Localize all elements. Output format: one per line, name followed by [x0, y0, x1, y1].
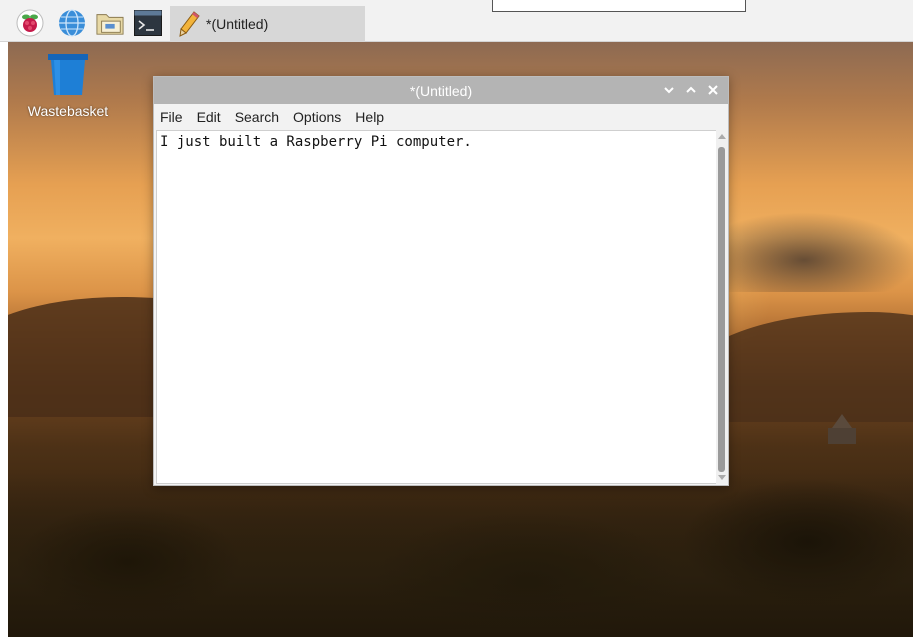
taskbar-task-label: *(Untitled) [206, 16, 269, 32]
menu-options[interactable]: Options [293, 109, 341, 125]
chevron-down-icon [664, 87, 674, 94]
close-button[interactable] [706, 83, 720, 97]
background-trees [8, 472, 913, 637]
maximize-button[interactable] [684, 83, 698, 97]
menu-help[interactable]: Help [355, 109, 384, 125]
scrollbar-thumb[interactable] [718, 147, 725, 472]
taskbar-popup-box [492, 0, 746, 12]
document-text[interactable]: I just built a Raspberry Pi computer. [157, 131, 716, 153]
window-title: *(Untitled) [409, 83, 473, 99]
taskbar-task-editor[interactable]: *(Untitled) [170, 6, 365, 42]
close-icon [708, 85, 718, 95]
text-editor-window: *(Untitled) File Edit Search Options Hel… [153, 76, 729, 486]
wastebasket-icon [48, 54, 88, 95]
scroll-up-arrow-icon[interactable] [718, 134, 726, 139]
menu-search[interactable]: Search [235, 109, 279, 125]
chevron-up-icon [686, 86, 696, 93]
taskbar: *(Untitled) [0, 0, 913, 42]
file-manager-icon[interactable] [96, 9, 124, 37]
raspberry-menu-icon[interactable] [16, 9, 44, 37]
text-editor-icon [179, 11, 200, 37]
terminal-icon[interactable] [134, 9, 162, 37]
background-temple [828, 414, 856, 444]
vertical-scrollbar[interactable] [716, 130, 728, 484]
text-area[interactable]: I just built a Raspberry Pi computer. [156, 130, 716, 484]
screen-edge [0, 0, 8, 637]
window-titlebar[interactable]: *(Untitled) [154, 77, 728, 104]
scroll-down-arrow-icon[interactable] [718, 475, 726, 480]
wastebasket[interactable]: Wastebasket [18, 52, 118, 119]
web-browser-icon[interactable] [58, 9, 86, 37]
minimize-button[interactable] [662, 83, 676, 97]
menu-bar: File Edit Search Options Help [154, 104, 728, 130]
menu-file[interactable]: File [160, 109, 183, 125]
background-clouds [728, 212, 913, 292]
menu-edit[interactable]: Edit [197, 109, 221, 125]
wastebasket-label: Wastebasket [27, 103, 109, 119]
